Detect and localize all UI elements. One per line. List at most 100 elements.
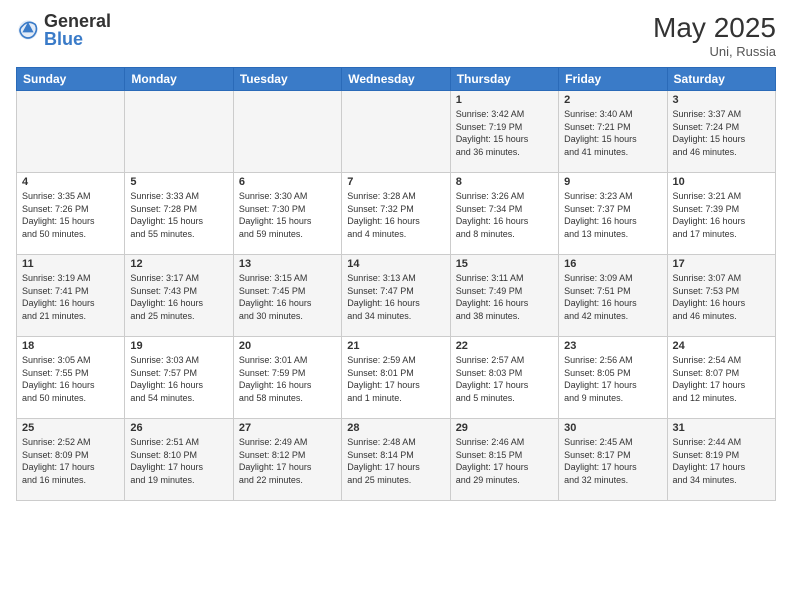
day-info: Sunrise: 2:52 AMSunset: 8:09 PMDaylight:… — [22, 436, 119, 486]
day-number: 23 — [564, 340, 661, 352]
day-number: 24 — [673, 340, 770, 352]
logo-text: General Blue — [44, 12, 111, 48]
month-year-title: May 2025 — [653, 12, 776, 44]
calendar-cell: 27Sunrise: 2:49 AMSunset: 8:12 PMDayligh… — [233, 419, 341, 501]
day-number: 17 — [673, 258, 770, 270]
weekday-header-saturday: Saturday — [667, 68, 775, 91]
calendar-cell: 12Sunrise: 3:17 AMSunset: 7:43 PMDayligh… — [125, 255, 233, 337]
day-number: 5 — [130, 176, 227, 188]
calendar-cell: 18 Sunrise: 3:05 AMSunset: 7:55 PMDayligh… — [17, 337, 125, 419]
day-info: Sunrise: 3:33 AMSunset: 7:28 PMDaylight:… — [130, 190, 227, 240]
weekday-header-sunday: Sunday — [17, 68, 125, 91]
day-number: 10 — [673, 176, 770, 188]
weekday-header-row: SundayMondayTuesdayWednesdayThursdayFrid… — [17, 68, 776, 91]
calendar-cell: 2Sunrise: 3:40 AMSunset: 7:21 PMDaylight… — [559, 91, 667, 173]
day-number: 22 — [456, 340, 553, 352]
logo-icon — [16, 18, 40, 42]
calendar-cell — [125, 91, 233, 173]
calendar-cell — [17, 91, 125, 173]
day-info: Sunrise: 2:57 AMSunset: 8:03 PMDaylight:… — [456, 354, 553, 404]
calendar-cell: 6Sunrise: 3:30 AMSunset: 7:30 PMDaylight… — [233, 173, 341, 255]
calendar-cell: 24Sunrise: 2:54 AMSunset: 8:07 PMDayligh… — [667, 337, 775, 419]
calendar-row-0: 1Sunrise: 3:42 AMSunset: 7:19 PMDaylight… — [17, 91, 776, 173]
day-info: Sunrise: 3:01 AMSunset: 7:59 PMDaylight:… — [239, 354, 336, 404]
weekday-header-monday: Monday — [125, 68, 233, 91]
day-number: 29 — [456, 422, 553, 434]
day-info: Sunrise: 3:13 AMSunset: 7:47 PMDaylight:… — [347, 272, 444, 322]
weekday-header-tuesday: Tuesday — [233, 68, 341, 91]
calendar-cell: 4Sunrise: 3:35 AMSunset: 7:26 PMDaylight… — [17, 173, 125, 255]
day-info: Sunrise: 2:48 AMSunset: 8:14 PMDaylight:… — [347, 436, 444, 486]
day-info: Sunrise: 2:51 AMSunset: 8:10 PMDaylight:… — [130, 436, 227, 486]
day-info: Sunrise: 3:05 AMSunset: 7:55 PMDaylight:… — [22, 354, 119, 404]
day-info: Sunrise: 3:28 AMSunset: 7:32 PMDaylight:… — [347, 190, 444, 240]
calendar-cell: 8 Sunrise: 3:26 AMSunset: 7:34 PMDaylight… — [450, 173, 558, 255]
calendar-cell: 14Sunrise: 3:13 AMSunset: 7:47 PMDayligh… — [342, 255, 450, 337]
page-header: General Blue May 2025 Uni, Russia — [16, 12, 776, 59]
day-info: Sunrise: 3:03 AMSunset: 7:57 PMDaylight:… — [130, 354, 227, 404]
day-info: Sunrise: 3:09 AMSunset: 7:51 PMDaylight:… — [564, 272, 661, 322]
day-info: Sunrise: 3:15 AMSunset: 7:45 PMDaylight:… — [239, 272, 336, 322]
day-number: 20 — [239, 340, 336, 352]
logo: General Blue — [16, 12, 111, 48]
calendar-page: General Blue May 2025 Uni, Russia Sunday… — [0, 0, 792, 612]
day-number: 28 — [347, 422, 444, 434]
calendar-cell: 1Sunrise: 3:42 AMSunset: 7:19 PMDaylight… — [450, 91, 558, 173]
day-info: Sunrise: 3:07 AMSunset: 7:53 PMDaylight:… — [673, 272, 770, 322]
calendar-cell: 3 Sunrise: 3:37 AMSunset: 7:24 PMDaylight… — [667, 91, 775, 173]
calendar-cell: 21 Sunrise: 2:59 AMSunset: 8:01 PMDayligh… — [342, 337, 450, 419]
day-info: Sunrise: 3:40 AMSunset: 7:21 PMDaylight:… — [564, 108, 661, 158]
day-number: 1 — [456, 94, 553, 106]
day-info: Sunrise: 3:21 AMSunset: 7:39 PMDaylight:… — [673, 190, 770, 240]
calendar-cell: 5 Sunrise: 3:33 AMSunset: 7:28 PMDaylight… — [125, 173, 233, 255]
calendar-row-4: 25 Sunrise: 2:52 AMSunset: 8:09 PMDayligh… — [17, 419, 776, 501]
calendar-cell: 25 Sunrise: 2:52 AMSunset: 8:09 PMDayligh… — [17, 419, 125, 501]
day-number: 27 — [239, 422, 336, 434]
day-number: 8 — [456, 176, 553, 188]
calendar-header: SundayMondayTuesdayWednesdayThursdayFrid… — [17, 68, 776, 91]
day-info: Sunrise: 2:59 AMSunset: 8:01 PMDaylight:… — [347, 354, 444, 404]
day-info: Sunrise: 2:46 AMSunset: 8:15 PMDaylight:… — [456, 436, 553, 486]
day-number: 3 — [673, 94, 770, 106]
calendar-cell: 28 Sunrise: 2:48 AMSunset: 8:14 PMDayligh… — [342, 419, 450, 501]
day-number: 19 — [130, 340, 227, 352]
calendar-cell: 13 Sunrise: 3:15 AMSunset: 7:45 PMDayligh… — [233, 255, 341, 337]
calendar-cell — [233, 91, 341, 173]
calendar-body: 1Sunrise: 3:42 AMSunset: 7:19 PMDaylight… — [17, 91, 776, 501]
day-info: Sunrise: 2:44 AMSunset: 8:19 PMDaylight:… — [673, 436, 770, 486]
day-number: 30 — [564, 422, 661, 434]
weekday-header-friday: Friday — [559, 68, 667, 91]
day-number: 21 — [347, 340, 444, 352]
calendar-cell: 9Sunrise: 3:23 AMSunset: 7:37 PMDaylight… — [559, 173, 667, 255]
day-number: 9 — [564, 176, 661, 188]
calendar-cell: 30 Sunrise: 2:45 AMSunset: 8:17 PMDayligh… — [559, 419, 667, 501]
calendar-cell: 31 Sunrise: 2:44 AMSunset: 8:19 PMDayligh… — [667, 419, 775, 501]
calendar-cell: 23 Sunrise: 2:56 AMSunset: 8:05 PMDayligh… — [559, 337, 667, 419]
day-number: 25 — [22, 422, 119, 434]
calendar-cell: 10 Sunrise: 3:21 AMSunset: 7:39 PMDayligh… — [667, 173, 775, 255]
day-info: Sunrise: 3:35 AMSunset: 7:26 PMDaylight:… — [22, 190, 119, 240]
calendar-cell: 29 Sunrise: 2:46 AMSunset: 8:15 PMDayligh… — [450, 419, 558, 501]
day-number: 31 — [673, 422, 770, 434]
day-number: 15 — [456, 258, 553, 270]
calendar-cell: 16 Sunrise: 3:09 AMSunset: 7:51 PMDayligh… — [559, 255, 667, 337]
calendar-cell: 15 Sunrise: 3:11 AMSunset: 7:49 PMDayligh… — [450, 255, 558, 337]
weekday-header-thursday: Thursday — [450, 68, 558, 91]
day-info: Sunrise: 2:45 AMSunset: 8:17 PMDaylight:… — [564, 436, 661, 486]
calendar-table: SundayMondayTuesdayWednesdayThursdayFrid… — [16, 67, 776, 501]
calendar-cell: 26Sunrise: 2:51 AMSunset: 8:10 PMDayligh… — [125, 419, 233, 501]
day-number: 7 — [347, 176, 444, 188]
calendar-cell: 19 Sunrise: 3:03 AMSunset: 7:57 PMDayligh… — [125, 337, 233, 419]
day-number: 16 — [564, 258, 661, 270]
calendar-cell: 20 Sunrise: 3:01 AMSunset: 7:59 PMDayligh… — [233, 337, 341, 419]
day-number: 13 — [239, 258, 336, 270]
day-info: Sunrise: 2:56 AMSunset: 8:05 PMDaylight:… — [564, 354, 661, 404]
day-number: 11 — [22, 258, 119, 270]
day-info: Sunrise: 3:11 AMSunset: 7:49 PMDaylight:… — [456, 272, 553, 322]
weekday-header-wednesday: Wednesday — [342, 68, 450, 91]
day-info: Sunrise: 3:26 AMSunset: 7:34 PMDaylight:… — [456, 190, 553, 240]
day-info: Sunrise: 3:17 AMSunset: 7:43 PMDaylight:… — [130, 272, 227, 322]
day-number: 18 — [22, 340, 119, 352]
calendar-cell — [342, 91, 450, 173]
day-info: Sunrise: 3:37 AMSunset: 7:24 PMDaylight:… — [673, 108, 770, 158]
